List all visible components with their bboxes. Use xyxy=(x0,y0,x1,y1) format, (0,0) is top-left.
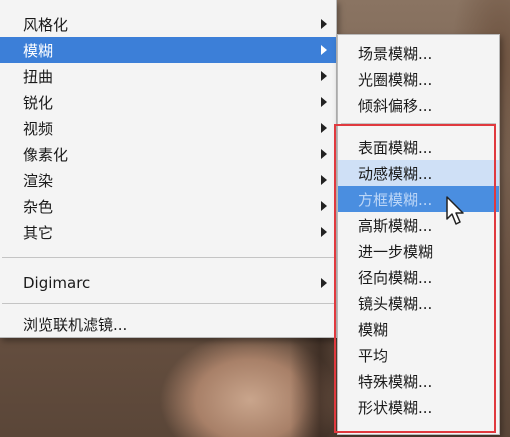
blur-submenu: 场景模糊... 光圈模糊... 倾斜偏移... 表面模糊... 动感模糊... … xyxy=(337,34,500,435)
submenu-arrow-icon xyxy=(321,227,327,237)
menu-item-other[interactable]: 其它 xyxy=(0,219,336,245)
menu-item-distort[interactable]: 扭曲 xyxy=(0,63,336,89)
menu-item-video[interactable]: 视频 xyxy=(0,115,336,141)
menu-item-digimarc[interactable]: Digimarc xyxy=(0,270,336,296)
menu-item-label: 杂色 xyxy=(23,197,54,216)
menu-item-label: 视频 xyxy=(23,119,54,138)
submenu-item-iris-blur[interactable]: 光圈模糊... xyxy=(338,66,499,92)
submenu-arrow-icon xyxy=(321,175,327,185)
submenu-arrow-icon xyxy=(321,278,327,288)
menu-item-label: 渲染 xyxy=(23,171,54,190)
submenu-arrow-icon xyxy=(321,71,327,81)
submenu-item-average[interactable]: 平均 xyxy=(338,342,499,368)
submenu-arrow-icon xyxy=(321,149,327,159)
submenu-item-gaussian-blur[interactable]: 高斯模糊... xyxy=(338,212,499,238)
menu-item-label: 模糊 xyxy=(23,41,54,60)
submenu-arrow-icon xyxy=(321,97,327,107)
submenu-item-blur[interactable]: 模糊 xyxy=(338,316,499,342)
submenu-item-box-blur[interactable]: 方框模糊... xyxy=(338,186,499,212)
submenu-item-tilt-shift[interactable]: 倾斜偏移... xyxy=(338,92,499,118)
submenu-item-surface-blur[interactable]: 表面模糊... xyxy=(338,134,499,160)
submenu-arrow-icon xyxy=(321,45,327,55)
menu-item-label: 其它 xyxy=(23,223,54,242)
submenu-item-blur-more[interactable]: 进一步模糊 xyxy=(338,238,499,264)
submenu-item-smart-blur[interactable]: 特殊模糊... xyxy=(338,368,499,394)
menu-item-label: 风格化 xyxy=(23,15,69,34)
menu-item-browse-online-filters[interactable]: 浏览联机滤镜... xyxy=(0,311,336,337)
submenu-item-lens-blur[interactable]: 镜头模糊... xyxy=(338,290,499,316)
menu-item-noise[interactable]: 杂色 xyxy=(0,193,336,219)
menu-separator xyxy=(2,257,334,258)
menu-item-sharpen[interactable]: 锐化 xyxy=(0,89,336,115)
menu-item-label: 扭曲 xyxy=(23,67,54,86)
menu-item-blur[interactable]: 模糊 xyxy=(0,37,336,63)
submenu-item-shape-blur[interactable]: 形状模糊... xyxy=(338,394,499,420)
submenu-arrow-icon xyxy=(321,123,327,133)
submenu-separator xyxy=(341,123,496,124)
filter-menu: 风格化 模糊 扭曲 锐化 视频 像素化 渲染 杂色 其它 Digimarc 浏览 xyxy=(0,0,337,338)
submenu-arrow-icon xyxy=(321,19,327,29)
menu-item-render[interactable]: 渲染 xyxy=(0,167,336,193)
menu-item-label: Digimarc xyxy=(23,274,91,292)
submenu-arrow-icon xyxy=(321,201,327,211)
menu-item-label: 像素化 xyxy=(23,145,69,164)
menu-item-pixelate[interactable]: 像素化 xyxy=(0,141,336,167)
submenu-item-motion-blur[interactable]: 动感模糊... xyxy=(338,160,499,186)
menu-item-label: 锐化 xyxy=(23,93,54,112)
menu-item-label: 浏览联机滤镜... xyxy=(23,315,128,334)
menu-item-stylize[interactable]: 风格化 xyxy=(0,11,336,37)
mouse-pointer-icon xyxy=(446,196,464,225)
submenu-item-radial-blur[interactable]: 径向模糊... xyxy=(338,264,499,290)
menu-separator xyxy=(2,303,334,304)
submenu-item-field-blur[interactable]: 场景模糊... xyxy=(338,40,499,66)
